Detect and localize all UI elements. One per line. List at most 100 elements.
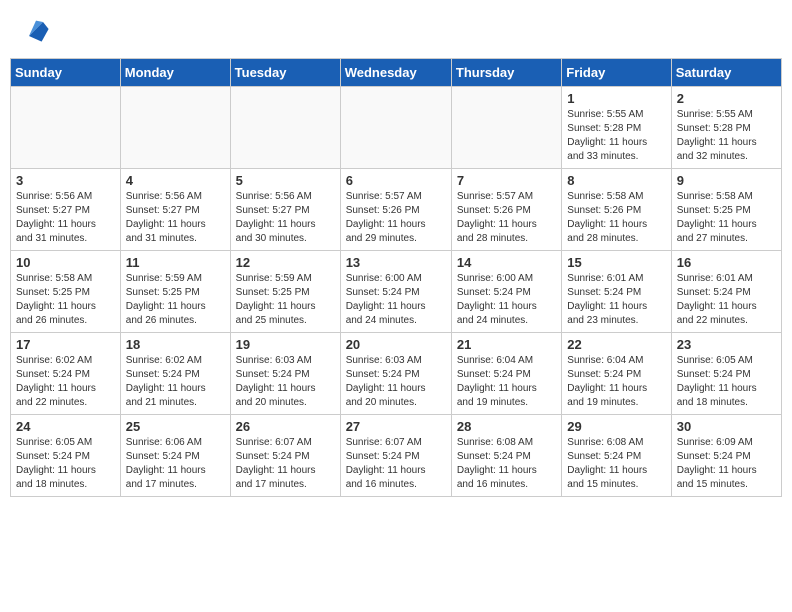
day-info: Sunrise: 6:03 AM Sunset: 5:24 PM Dayligh… (236, 354, 335, 410)
calendar-cell: 12 Sunrise: 5:59 AM Sunset: 5:25 PM Dayli… (230, 251, 340, 333)
day-info: Sunrise: 6:08 AM Sunset: 5:24 PM Dayligh… (567, 436, 665, 492)
day-info: Sunrise: 6:01 AM Sunset: 5:24 PM Dayligh… (677, 272, 776, 328)
day-info: Sunrise: 6:06 AM Sunset: 5:24 PM Dayligh… (126, 436, 225, 492)
weekday-header: Wednesday (340, 59, 451, 87)
day-info: Sunrise: 5:56 AM Sunset: 5:27 PM Dayligh… (16, 190, 115, 246)
weekday-header: Thursday (451, 59, 561, 87)
day-info: Sunrise: 5:59 AM Sunset: 5:25 PM Dayligh… (236, 272, 335, 328)
day-number: 1 (567, 91, 665, 106)
calendar-cell: 6 Sunrise: 5:57 AM Sunset: 5:26 PM Daylig… (340, 169, 451, 251)
day-number: 29 (567, 419, 665, 434)
day-info: Sunrise: 6:05 AM Sunset: 5:24 PM Dayligh… (677, 354, 776, 410)
day-info: Sunrise: 5:59 AM Sunset: 5:25 PM Dayligh… (126, 272, 225, 328)
day-info: Sunrise: 5:55 AM Sunset: 5:28 PM Dayligh… (567, 108, 665, 164)
calendar-cell: 3 Sunrise: 5:56 AM Sunset: 5:27 PM Daylig… (11, 169, 121, 251)
weekday-header: Monday (120, 59, 230, 87)
calendar-cell: 10 Sunrise: 5:58 AM Sunset: 5:25 PM Dayli… (11, 251, 121, 333)
page-header (10, 10, 782, 48)
day-number: 28 (457, 419, 556, 434)
calendar-week-row: 1 Sunrise: 5:55 AM Sunset: 5:28 PM Daylig… (11, 87, 782, 169)
day-number: 11 (126, 255, 225, 270)
calendar-week-row: 17 Sunrise: 6:02 AM Sunset: 5:24 PM Dayli… (11, 333, 782, 415)
calendar-cell: 29 Sunrise: 6:08 AM Sunset: 5:24 PM Dayli… (562, 415, 671, 497)
day-number: 24 (16, 419, 115, 434)
day-info: Sunrise: 5:55 AM Sunset: 5:28 PM Dayligh… (677, 108, 776, 164)
weekday-header: Saturday (671, 59, 781, 87)
calendar-cell (120, 87, 230, 169)
day-number: 22 (567, 337, 665, 352)
day-info: Sunrise: 6:00 AM Sunset: 5:24 PM Dayligh… (457, 272, 556, 328)
calendar-cell: 4Sunrise: 5:56 AM Sunset: 5:27 PM Daylig… (120, 169, 230, 251)
calendar-cell: 5 Sunrise: 5:56 AM Sunset: 5:27 PM Daylig… (230, 169, 340, 251)
day-number: 5 (236, 173, 335, 188)
day-number: 2 (677, 91, 776, 106)
calendar-cell (230, 87, 340, 169)
day-number: 25 (126, 419, 225, 434)
day-info: Sunrise: 6:02 AM Sunset: 5:24 PM Dayligh… (126, 354, 225, 410)
day-info: Sunrise: 5:58 AM Sunset: 5:25 PM Dayligh… (16, 272, 115, 328)
day-number: 26 (236, 419, 335, 434)
calendar-week-row: 10 Sunrise: 5:58 AM Sunset: 5:25 PM Dayli… (11, 251, 782, 333)
calendar-cell: 9 Sunrise: 5:58 AM Sunset: 5:25 PM Daylig… (671, 169, 781, 251)
day-number: 23 (677, 337, 776, 352)
calendar-cell: 25 Sunrise: 6:06 AM Sunset: 5:24 PM Dayli… (120, 415, 230, 497)
day-info: Sunrise: 6:05 AM Sunset: 5:24 PM Dayligh… (16, 436, 115, 492)
day-info: Sunrise: 6:08 AM Sunset: 5:24 PM Dayligh… (457, 436, 556, 492)
day-number: 30 (677, 419, 776, 434)
day-number: 18 (126, 337, 225, 352)
day-info: Sunrise: 6:01 AM Sunset: 5:24 PM Dayligh… (567, 272, 665, 328)
weekday-header: Friday (562, 59, 671, 87)
calendar-header-row: SundayMondayTuesdayWednesdayThursdayFrid… (11, 59, 782, 87)
calendar-cell: 28 Sunrise: 6:08 AM Sunset: 5:24 PM Dayli… (451, 415, 561, 497)
day-info: Sunrise: 6:09 AM Sunset: 5:24 PM Dayligh… (677, 436, 776, 492)
weekday-header: Sunday (11, 59, 121, 87)
day-number: 14 (457, 255, 556, 270)
day-number: 3 (16, 173, 115, 188)
day-number: 15 (567, 255, 665, 270)
calendar-cell: 21Sunrise: 6:04 AM Sunset: 5:24 PM Dayli… (451, 333, 561, 415)
calendar-cell: 18 Sunrise: 6:02 AM Sunset: 5:24 PM Dayli… (120, 333, 230, 415)
day-number: 17 (16, 337, 115, 352)
calendar-cell: 16Sunrise: 6:01 AM Sunset: 5:24 PM Dayli… (671, 251, 781, 333)
calendar-cell: 2 Sunrise: 5:55 AM Sunset: 5:28 PM Daylig… (671, 87, 781, 169)
calendar-cell: 23 Sunrise: 6:05 AM Sunset: 5:24 PM Dayli… (671, 333, 781, 415)
day-number: 9 (677, 173, 776, 188)
day-number: 10 (16, 255, 115, 270)
day-info: Sunrise: 6:07 AM Sunset: 5:24 PM Dayligh… (236, 436, 335, 492)
day-info: Sunrise: 6:07 AM Sunset: 5:24 PM Dayligh… (346, 436, 446, 492)
logo-icon (22, 15, 50, 43)
calendar-cell: 27 Sunrise: 6:07 AM Sunset: 5:24 PM Dayli… (340, 415, 451, 497)
day-number: 7 (457, 173, 556, 188)
day-number: 27 (346, 419, 446, 434)
calendar-cell: 24 Sunrise: 6:05 AM Sunset: 5:24 PM Dayli… (11, 415, 121, 497)
day-number: 20 (346, 337, 446, 352)
day-number: 13 (346, 255, 446, 270)
day-info: Sunrise: 5:57 AM Sunset: 5:26 PM Dayligh… (346, 190, 446, 246)
calendar-cell: 22 Sunrise: 6:04 AM Sunset: 5:24 PM Dayli… (562, 333, 671, 415)
day-info: Sunrise: 6:03 AM Sunset: 5:24 PM Dayligh… (346, 354, 446, 410)
calendar-cell: 1 Sunrise: 5:55 AM Sunset: 5:28 PM Daylig… (562, 87, 671, 169)
day-info: Sunrise: 6:04 AM Sunset: 5:24 PM Dayligh… (567, 354, 665, 410)
calendar-cell: 14 Sunrise: 6:00 AM Sunset: 5:24 PM Dayli… (451, 251, 561, 333)
day-number: 8 (567, 173, 665, 188)
calendar-cell: 15 Sunrise: 6:01 AM Sunset: 5:24 PM Dayli… (562, 251, 671, 333)
day-number: 4 (126, 173, 225, 188)
day-info: Sunrise: 6:00 AM Sunset: 5:24 PM Dayligh… (346, 272, 446, 328)
day-info: Sunrise: 5:58 AM Sunset: 5:25 PM Dayligh… (677, 190, 776, 246)
day-info: Sunrise: 5:58 AM Sunset: 5:26 PM Dayligh… (567, 190, 665, 246)
calendar-cell (11, 87, 121, 169)
calendar-cell: 17Sunrise: 6:02 AM Sunset: 5:24 PM Dayli… (11, 333, 121, 415)
day-number: 12 (236, 255, 335, 270)
day-info: Sunrise: 5:56 AM Sunset: 5:27 PM Dayligh… (236, 190, 335, 246)
calendar-cell (451, 87, 561, 169)
calendar-cell: 13 Sunrise: 6:00 AM Sunset: 5:24 PM Dayli… (340, 251, 451, 333)
calendar-cell: 8 Sunrise: 5:58 AM Sunset: 5:26 PM Daylig… (562, 169, 671, 251)
calendar-week-row: 3 Sunrise: 5:56 AM Sunset: 5:27 PM Daylig… (11, 169, 782, 251)
day-number: 19 (236, 337, 335, 352)
calendar-cell: 7Sunrise: 5:57 AM Sunset: 5:26 PM Daylig… (451, 169, 561, 251)
day-info: Sunrise: 6:04 AM Sunset: 5:24 PM Dayligh… (457, 354, 556, 410)
calendar-cell: 11 Sunrise: 5:59 AM Sunset: 5:25 PM Dayli… (120, 251, 230, 333)
day-number: 6 (346, 173, 446, 188)
calendar-table: SundayMondayTuesdayWednesdayThursdayFrid… (10, 58, 782, 497)
calendar-cell: 20 Sunrise: 6:03 AM Sunset: 5:24 PM Dayli… (340, 333, 451, 415)
